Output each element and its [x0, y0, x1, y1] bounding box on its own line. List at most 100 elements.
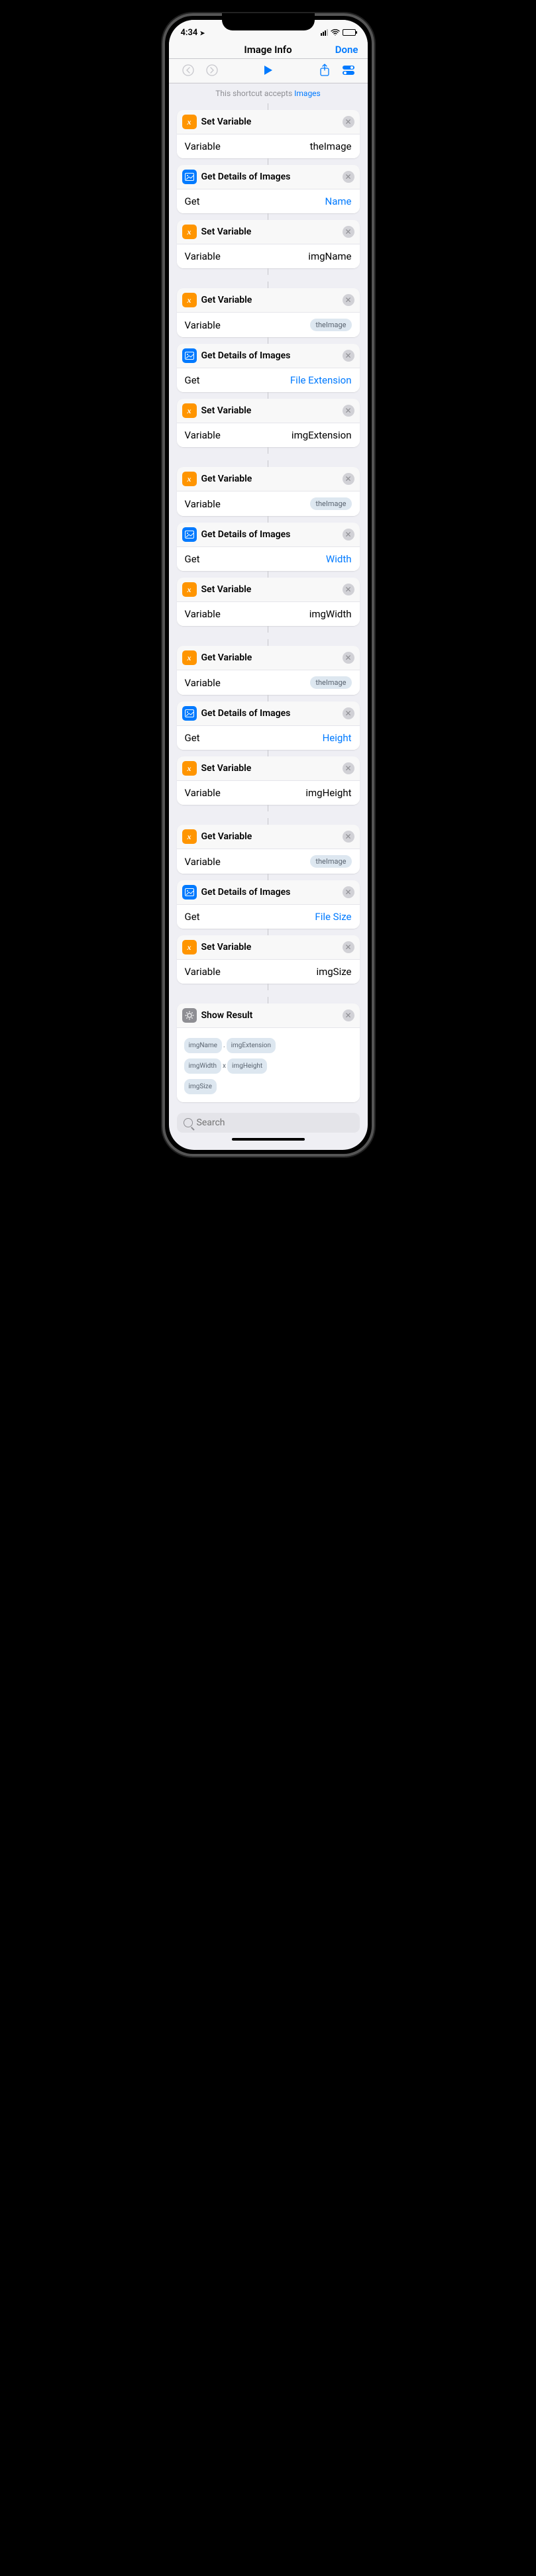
param-value[interactable]: imgWidth: [309, 608, 352, 620]
play-button[interactable]: [261, 63, 276, 77]
action-param-row[interactable]: Variable theImage: [177, 491, 360, 516]
delete-action-button[interactable]: ✕: [343, 886, 354, 898]
action-title: Get Details of Images: [201, 887, 338, 898]
action-card[interactable]: Get Details of Images ✕ Get File Size: [177, 880, 360, 929]
gear-icon: [182, 1008, 197, 1023]
variable-token[interactable]: imgWidth: [184, 1058, 222, 1074]
variable-token[interactable]: theImage: [310, 319, 351, 331]
action-card[interactable]: Get Details of Images ✕ Get File Extensi…: [177, 344, 360, 392]
action-param-row[interactable]: Variable theImage: [177, 670, 360, 695]
delete-action-button[interactable]: ✕: [343, 941, 354, 953]
action-param-row[interactable]: Get File Size: [177, 904, 360, 929]
variable-icon: x: [182, 829, 197, 844]
search-bar[interactable]: [177, 1113, 360, 1133]
param-value[interactable]: imgExtension: [292, 429, 352, 441]
action-header: x Set Variable ✕: [177, 756, 360, 780]
phone-frame: 4:34 ➤ Image Info Done This shortcut: [162, 13, 374, 1157]
param-label: Variable: [185, 498, 221, 510]
action-card[interactable]: x Set Variable ✕ Variable theImage: [177, 110, 360, 158]
action-card[interactable]: Get Details of Images ✕ Get Name: [177, 165, 360, 213]
action-param-row[interactable]: Get Name: [177, 189, 360, 213]
variable-icon: x: [182, 225, 197, 239]
share-button[interactable]: [317, 63, 332, 77]
delete-action-button[interactable]: ✕: [343, 473, 354, 485]
param-value-link[interactable]: Height: [323, 732, 352, 744]
action-title: Show Result: [201, 1010, 338, 1021]
param-value-link[interactable]: File Extension: [290, 374, 352, 386]
flow-gap: [169, 990, 368, 997]
action-title: Get Details of Images: [201, 350, 338, 361]
home-indicator[interactable]: [232, 1138, 305, 1141]
flow-connector: [268, 447, 269, 454]
action-title: Set Variable: [201, 942, 338, 953]
flow-connector: [268, 516, 269, 523]
action-param-row[interactable]: Variable imgHeight: [177, 780, 360, 805]
param-value[interactable]: imgSize: [316, 966, 351, 978]
action-param-row[interactable]: Variable imgSize: [177, 959, 360, 984]
variable-token[interactable]: theImage: [310, 676, 351, 689]
action-card[interactable]: Show Result ✕ imgName.imgExtension imgWi…: [177, 1004, 360, 1102]
delete-action-button[interactable]: ✕: [343, 294, 354, 306]
action-param-row[interactable]: Variable imgExtension: [177, 423, 360, 447]
redo-button[interactable]: [205, 63, 219, 77]
delete-action-button[interactable]: ✕: [343, 405, 354, 417]
action-title: Get Variable: [201, 652, 338, 663]
variable-token[interactable]: imgExtension: [227, 1038, 276, 1053]
variable-token[interactable]: imgName: [184, 1038, 222, 1053]
delete-action-button[interactable]: ✕: [343, 226, 354, 238]
delete-action-button[interactable]: ✕: [343, 529, 354, 541]
action-card[interactable]: Get Details of Images ✕ Get Height: [177, 701, 360, 750]
action-card[interactable]: x Set Variable ✕ Variable imgHeight: [177, 756, 360, 805]
delete-action-button[interactable]: ✕: [343, 584, 354, 595]
flow-connector: [268, 282, 269, 288]
accepts-type-link[interactable]: Images: [294, 89, 321, 98]
delete-action-button[interactable]: ✕: [343, 116, 354, 128]
action-card[interactable]: x Get Variable ✕ Variable theImage: [177, 825, 360, 874]
flow-connector: [268, 460, 269, 467]
delete-action-button[interactable]: ✕: [343, 762, 354, 774]
action-card[interactable]: x Get Variable ✕ Variable theImage: [177, 646, 360, 695]
flow-connector: [268, 103, 269, 110]
flow-connector: [268, 213, 269, 220]
action-param-row[interactable]: Variable imgName: [177, 244, 360, 268]
param-value[interactable]: imgName: [308, 250, 351, 262]
param-value[interactable]: imgHeight: [305, 787, 351, 799]
action-param-row[interactable]: Get Height: [177, 725, 360, 750]
param-value-link[interactable]: Name: [325, 195, 352, 207]
action-card[interactable]: x Get Variable ✕ Variable theImage: [177, 467, 360, 516]
search-input[interactable]: [197, 1117, 353, 1128]
action-param-row[interactable]: Variable theImage: [177, 849, 360, 874]
action-card[interactable]: x Set Variable ✕ Variable imgWidth: [177, 578, 360, 626]
delete-action-button[interactable]: ✕: [343, 1009, 354, 1021]
action-card[interactable]: x Set Variable ✕ Variable imgName: [177, 220, 360, 268]
delete-action-button[interactable]: ✕: [343, 171, 354, 183]
variable-token[interactable]: imgSize: [184, 1079, 217, 1094]
action-card[interactable]: x Get Variable ✕ Variable theImage: [177, 288, 360, 337]
done-button[interactable]: Done: [335, 44, 358, 56]
wifi-icon: [331, 29, 340, 36]
delete-action-button[interactable]: ✕: [343, 831, 354, 843]
action-param-row[interactable]: Variable theImage: [177, 312, 360, 337]
variable-token[interactable]: theImage: [310, 855, 351, 868]
param-value-link[interactable]: Width: [326, 553, 352, 565]
accepts-row[interactable]: This shortcut accepts Images: [169, 83, 368, 103]
workflow-canvas: x Set Variable ✕ Variable theImage Get D…: [169, 103, 368, 1102]
action-card[interactable]: x Set Variable ✕ Variable imgExtension: [177, 399, 360, 447]
action-card[interactable]: x Set Variable ✕ Variable imgSize: [177, 935, 360, 984]
undo-button[interactable]: [181, 63, 195, 77]
settings-toggle-button[interactable]: [341, 63, 356, 77]
action-param-row[interactable]: Get File Extension: [177, 368, 360, 392]
delete-action-button[interactable]: ✕: [343, 350, 354, 362]
result-body[interactable]: imgName.imgExtension imgWidthximgHeight …: [177, 1027, 360, 1102]
variable-icon: x: [182, 403, 197, 418]
delete-action-button[interactable]: ✕: [343, 652, 354, 664]
delete-action-button[interactable]: ✕: [343, 707, 354, 719]
action-param-row[interactable]: Variable theImage: [177, 134, 360, 158]
param-value[interactable]: theImage: [310, 140, 352, 152]
param-value-link[interactable]: File Size: [315, 911, 351, 923]
action-card[interactable]: Get Details of Images ✕ Get Width: [177, 523, 360, 571]
action-param-row[interactable]: Variable imgWidth: [177, 601, 360, 626]
variable-token[interactable]: theImage: [310, 497, 351, 510]
action-param-row[interactable]: Get Width: [177, 546, 360, 571]
variable-token[interactable]: imgHeight: [227, 1058, 267, 1074]
